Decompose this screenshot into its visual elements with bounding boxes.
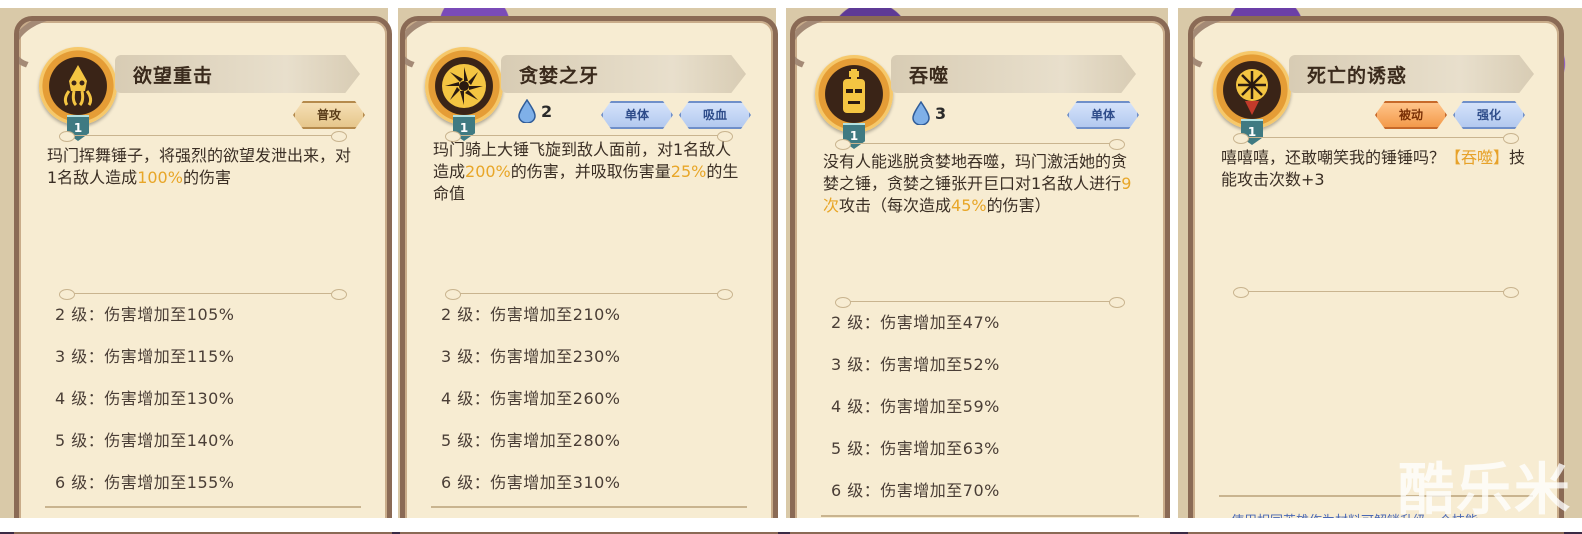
level-upgrade-item: 6 级：伤害增加至70%	[831, 481, 1000, 500]
mask-idol-icon	[843, 69, 865, 113]
level-upgrade-item: 5 级：伤害增加至140%	[55, 431, 235, 450]
level-upgrade-item: 2 级：伤害增加至105%	[55, 305, 235, 324]
level-upgrade-item: 4 级：伤害增加至130%	[55, 389, 235, 408]
mana-drop-icon	[518, 99, 536, 123]
skill-card-1: 1 欲望重击 普攻 玛门挥舞锤子，将强烈的欲望发泄出来，对1名敌人造成100%的…	[14, 16, 392, 534]
mana-cost: 2	[517, 99, 552, 123]
top-border	[0, 0, 1582, 8]
tag-normal-attack: 普攻	[293, 101, 365, 129]
level-upgrade-item: 3 级：伤害增加至115%	[55, 347, 235, 366]
skill-card-3: 1 吞噬 3 单体 没有人能逃脱贪婪地吞噬，玛门激活她的贪婪之锤，贪婪之锤张开巨…	[790, 16, 1170, 534]
level-upgrade-item: 2 级：伤害增加至47%	[831, 313, 1000, 332]
bottom-border	[0, 518, 1582, 532]
skill-icon-greed-fang[interactable]	[425, 47, 503, 125]
bottom-divider	[821, 515, 1139, 517]
skill-description: 没有人能逃脱贪婪地吞噬，玛门激活她的贪婪之锤，贪婪之锤张开巨口对1名敌人进行9次…	[823, 152, 1132, 215]
mana-cost: 3	[911, 101, 946, 125]
level-upgrade-item: 3 级：伤害增加至230%	[441, 347, 621, 366]
level-upgrade-item: 4 级：伤害增加至59%	[831, 397, 1000, 416]
skill-icon-desire-strike[interactable]	[39, 47, 117, 125]
skill-card-2: 1 贪婪之牙 2 单体 吸血 玛门骑上大锤飞旋到敌人面前，对1名敌人造成200%…	[400, 16, 778, 534]
skill-description: 玛门骑上大锤飞旋到敌人面前，对1名敌人造成200%的伤害，并吸取伤害量25%的生…	[433, 140, 739, 203]
skill-icon-devour[interactable]	[815, 55, 893, 133]
squid-icon	[63, 65, 93, 107]
skill-tags: 单体 吸血	[601, 101, 751, 129]
level-upgrade-item: 5 级：伤害增加至63%	[831, 439, 1000, 458]
level-upgrade-item: 6 级：伤害增加至155%	[55, 473, 235, 492]
divider-ornament	[1233, 133, 1519, 144]
level-upgrade-list: 2 级：伤害增加至105% 3 级：伤害增加至115% 4 级：伤害增加至130…	[55, 294, 367, 504]
tag-passive: 被动	[1375, 101, 1447, 129]
tag-lifesteal: 吸血	[679, 101, 751, 129]
skill-title: 贪婪之牙	[501, 55, 746, 93]
divider-ornament	[59, 131, 347, 142]
level-upgrade-list: 2 级：伤害增加至47% 3 级：伤害增加至52% 4 级：伤害增加至59% 5…	[831, 302, 1145, 512]
skill-icon-death-temptation[interactable]	[1213, 51, 1291, 129]
divider-ornament	[1233, 287, 1519, 298]
bottom-divider	[45, 506, 361, 508]
tag-single-target: 单体	[1067, 101, 1139, 129]
sun-flame-icon	[1236, 69, 1268, 115]
skill-description: 嘻嘻嘻，还敢嘲笑我的锤锤吗？【吞噬】技能攻击次数+3	[1221, 148, 1526, 189]
level-upgrade-item: 3 级：伤害增加至52%	[831, 355, 1000, 374]
skill-description: 玛门挥舞锤子，将强烈的欲望发泄出来，对1名敌人造成100%的伤害	[47, 146, 352, 187]
skill-tags: 单体	[1067, 101, 1139, 129]
tag-single-target: 单体	[601, 101, 673, 129]
bottom-divider	[431, 506, 747, 508]
skill-tags: 普攻	[293, 101, 365, 129]
level-upgrade-item: 5 级：伤害增加至280%	[441, 431, 621, 450]
level-upgrade-item: 6 级：伤害增加至310%	[441, 473, 621, 492]
divider-ornament	[835, 139, 1125, 150]
mana-drop-icon	[912, 101, 930, 125]
skill-title: 吞噬	[891, 55, 1136, 93]
spinning-blade-icon	[442, 64, 486, 108]
skill-tags: 被动 强化	[1375, 101, 1525, 129]
tag-enhance: 强化	[1453, 101, 1525, 129]
skill-title: 欲望重击	[115, 55, 360, 93]
watermark-logo: 酷乐米	[1398, 458, 1572, 523]
level-upgrade-list: 2 级：伤害增加至210% 3 级：伤害增加至230% 4 级：伤害增加至260…	[441, 294, 753, 504]
skill-title: 死亡的诱惑	[1289, 55, 1534, 93]
level-upgrade-item: 2 级：伤害增加至210%	[441, 305, 621, 324]
level-upgrade-item: 4 级：伤害增加至260%	[441, 389, 621, 408]
